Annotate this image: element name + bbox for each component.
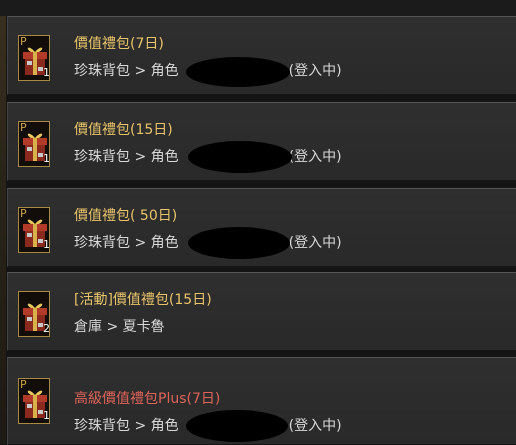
header-strip	[0, 0, 516, 16]
item-name: 高級價值禮包Plus(7日)	[74, 391, 221, 407]
item-slot[interactable]: P 1	[18, 121, 50, 167]
item-count: 1	[43, 409, 50, 422]
item-slot[interactable]: P 1	[18, 207, 50, 253]
list-item[interactable]: P 1 價值禮包(15日) 珍珠背包 > 角色(登入中)	[7, 102, 516, 181]
list-item[interactable]: 2 [活動]價值禮包(15日) 倉庫 > 夏卡魯	[7, 272, 516, 351]
item-name: [活動]價值禮包(15日)	[74, 292, 212, 308]
item-slot[interactable]: P 1	[18, 35, 50, 81]
item-name: 價值禮包(15日)	[74, 122, 173, 138]
item-name: 價值禮包( 50日)	[74, 208, 178, 224]
item-count: 1	[43, 66, 50, 79]
item-count: 1	[43, 238, 50, 251]
item-location: 倉庫 > 夏卡魯	[74, 319, 165, 335]
item-count: 2	[43, 322, 50, 335]
window-edge	[0, 0, 6, 444]
item-slot[interactable]: 2	[18, 291, 50, 337]
item-name: 價值禮包(7日)	[74, 36, 164, 52]
redaction-mark	[186, 57, 290, 87]
item-slot[interactable]: P 1	[18, 378, 50, 424]
list-item[interactable]: P 1 價值禮包(7日) 珍珠背包 > 角色 (登入中)	[7, 16, 516, 95]
redaction-mark	[188, 141, 292, 173]
redaction-mark	[186, 410, 288, 442]
list-item[interactable]: P 1 高級價值禮包Plus(7日) 珍珠背包 > 角色 (登入中)	[7, 357, 516, 445]
list-item[interactable]: P 1 價值禮包( 50日) 珍珠背包 > 角色 (登入中)	[7, 188, 516, 267]
redaction-mark	[188, 227, 290, 259]
item-count: 1	[43, 152, 50, 165]
